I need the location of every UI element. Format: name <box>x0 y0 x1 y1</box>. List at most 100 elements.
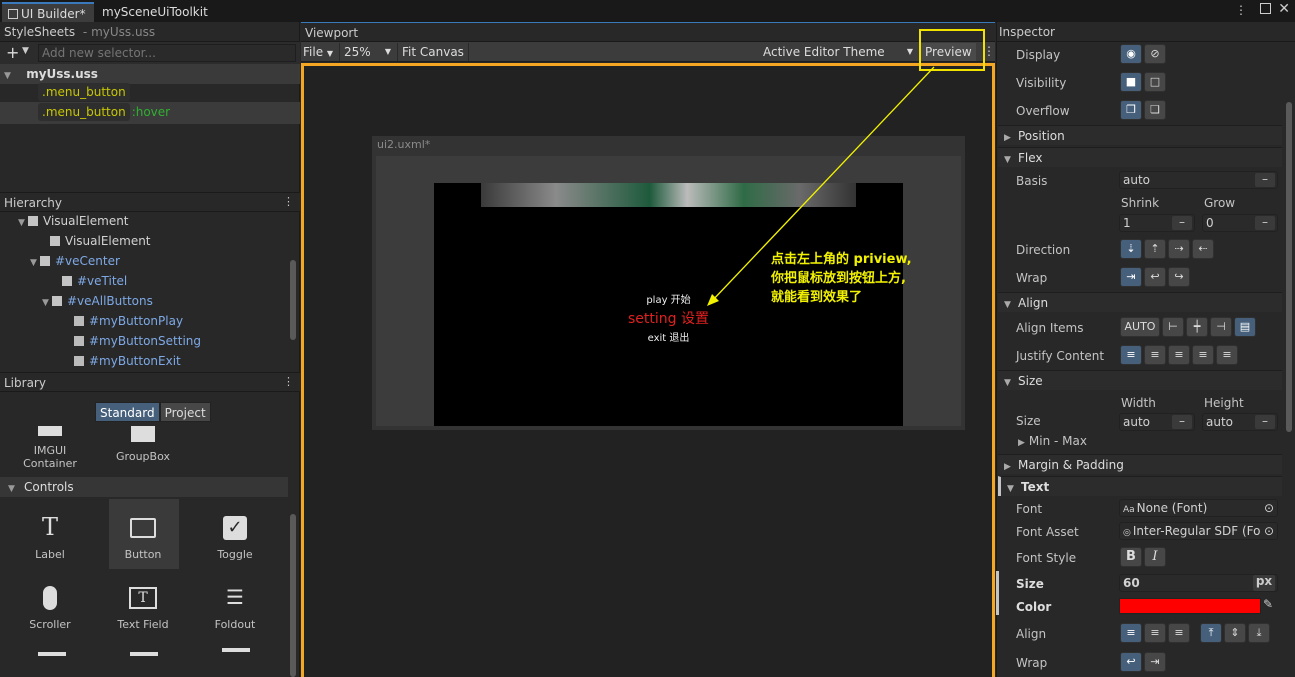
visibility-label: Visibility <box>1016 76 1067 90</box>
justify-around-icon[interactable]: ≡ <box>1216 345 1238 365</box>
overflow-hidden-icon[interactable]: ❏ <box>1144 100 1166 120</box>
close-icon[interactable]: ✕ <box>1278 1 1290 17</box>
align-auto-button[interactable]: AUTO <box>1120 317 1160 337</box>
shrink-field[interactable]: 1– <box>1119 214 1195 232</box>
font-asset-field[interactable]: ◎ Inter-Regular SDF (Fo ⊙ <box>1119 522 1278 540</box>
height-field[interactable]: auto – <box>1202 413 1278 431</box>
row-reverse-icon[interactable]: ⇠ <box>1192 239 1214 259</box>
tab-project[interactable]: Project <box>159 402 211 422</box>
minmax-slider-icon[interactable] <box>222 648 250 652</box>
library-menu-icon[interactable]: ⋮ <box>283 375 294 389</box>
wrap-reverse-icon[interactable]: ↪ <box>1168 267 1190 287</box>
size-label: Size <box>1016 414 1041 428</box>
tab-standard[interactable]: Standard <box>95 402 160 422</box>
nowrap-icon[interactable]: ⇥ <box>1120 267 1142 287</box>
size-section[interactable]: ▼ Size <box>998 370 1282 390</box>
library-item-scroller[interactable]: Scroller <box>15 580 85 631</box>
library-item-groupbox[interactable]: GroupBox <box>108 426 178 463</box>
overflow-visible-icon[interactable]: ❐ <box>1120 100 1142 120</box>
hierarchy-item[interactable]: #myButtonExit <box>74 351 181 369</box>
italic-icon[interactable]: I <box>1144 547 1166 567</box>
align-stretch-icon[interactable]: ▤ <box>1234 317 1256 337</box>
color-swatch[interactable] <box>1119 598 1261 614</box>
width-field[interactable]: auto – <box>1119 413 1195 431</box>
chevron-down-icon[interactable]: ▼ <box>22 46 29 56</box>
eye-slash-icon[interactable]: ⊘ <box>1144 44 1166 64</box>
object-picker-icon[interactable]: ⊙ <box>1263 523 1274 539</box>
stylesheet-item[interactable]: ▼ myUss.uss <box>0 64 300 84</box>
row-icon[interactable]: ⇢ <box>1168 239 1190 259</box>
object-picker-icon[interactable]: ⊙ <box>1264 500 1274 516</box>
add-selector-input[interactable] <box>38 44 296 62</box>
hierarchy-item[interactable]: ▼ #veAllButtons <box>42 291 153 311</box>
justify-center-icon[interactable]: ≡ <box>1144 345 1166 365</box>
library-item-foldout[interactable]: ☰ Foldout <box>200 580 270 631</box>
font-style-buttons: BI <box>1120 547 1166 567</box>
selector-menu-button[interactable]: .menu_button <box>38 83 130 101</box>
hierarchy-item[interactable]: #myButtonPlay <box>74 311 183 331</box>
eyedropper-icon[interactable]: ✎ <box>1263 597 1273 611</box>
slider-int-icon[interactable] <box>130 652 158 656</box>
hierarchy-item[interactable]: #myButtonSetting <box>74 331 201 351</box>
hierarchy-item[interactable]: #veTitel <box>62 271 127 291</box>
selector-menu-button-hover[interactable]: .menu_button:hover <box>38 103 170 121</box>
font-field[interactable]: Aa None (Font) ⊙ <box>1119 499 1278 517</box>
align-right-icon[interactable]: ≡ <box>1168 623 1190 643</box>
wrap-text-icon[interactable]: ↩ <box>1120 652 1142 672</box>
text-section[interactable]: ▼ Text <box>998 476 1282 496</box>
annotation-arrow <box>707 66 935 306</box>
align-center-text-icon[interactable]: ≡ <box>1144 623 1166 643</box>
align-section[interactable]: ▼ Align <box>998 292 1282 312</box>
basis-field[interactable]: auto – <box>1119 171 1278 189</box>
text-size-field[interactable]: 60 px <box>1119 574 1278 592</box>
inspector-scrollbar[interactable] <box>1284 102 1294 457</box>
library-item-toggle[interactable]: ✓ Toggle <box>200 510 270 561</box>
hierarchy-item[interactable]: ▼ VisualElement <box>18 214 129 231</box>
library-item-button[interactable]: Button <box>108 510 178 561</box>
grow-field[interactable]: 0– <box>1202 214 1278 232</box>
wrap-icon[interactable]: ↩ <box>1144 267 1166 287</box>
tab-scene-toolkit[interactable]: mySceneUiToolkit <box>96 2 214 22</box>
tab-ui-builder[interactable]: UI Builder* <box>2 2 94 22</box>
library-item-textfield[interactable]: T Text Field <box>108 580 178 631</box>
align-center-icon[interactable]: ┿ <box>1186 317 1208 337</box>
align-bottom-icon[interactable]: ⤓ <box>1248 623 1270 643</box>
slider-icon[interactable] <box>38 652 66 656</box>
flex-section[interactable]: ▼ Flex <box>998 147 1282 167</box>
hierarchy-item[interactable]: VisualElement <box>50 231 151 251</box>
library-item-imgui[interactable]: IMGUI Container <box>15 426 85 470</box>
hierarchy-tree: ▼ VisualElement VisualElement ▼ #veCenter … <box>0 214 288 369</box>
margin-padding-section[interactable]: ▶ Margin & Padding <box>998 454 1282 474</box>
hierarchy-item[interactable]: ▼ #veCenter <box>30 251 120 271</box>
text-wrap-label: Wrap <box>1016 656 1048 670</box>
visible-icon[interactable]: ■ <box>1120 72 1142 92</box>
align-middle-icon[interactable]: ⇕ <box>1224 623 1246 643</box>
window-menu-icon[interactable]: ⋮ <box>1235 3 1247 17</box>
justify-between-icon[interactable]: ≡ <box>1192 345 1214 365</box>
library-scrollbar[interactable] <box>288 434 298 677</box>
hidden-icon[interactable]: □ <box>1144 72 1166 92</box>
maximize-icon[interactable] <box>1260 3 1271 14</box>
align-top-icon[interactable]: ⤒ <box>1200 623 1222 643</box>
align-left-icon[interactable]: ≡ <box>1120 623 1142 643</box>
hierarchy-scrollbar[interactable] <box>288 218 298 368</box>
justify-end-icon[interactable]: ≡ <box>1168 345 1190 365</box>
min-max-foldout[interactable]: ▶ Min - Max <box>1018 431 1087 451</box>
column-icon[interactable]: ⇣ <box>1120 239 1142 259</box>
align-end-icon[interactable]: ⊣ <box>1210 317 1232 337</box>
eye-icon[interactable]: ◉ <box>1120 44 1142 64</box>
controls-section[interactable]: ▼ Controls <box>0 477 288 497</box>
unit-select[interactable]: px <box>1253 575 1275 591</box>
bold-icon[interactable]: B <box>1120 547 1142 567</box>
add-icon[interactable]: + <box>6 43 19 62</box>
stylesheets-header: StyleSheets - myUss.uss <box>0 22 299 42</box>
column-reverse-icon[interactable]: ⇡ <box>1144 239 1166 259</box>
library-item-label[interactable]: T Label <box>15 510 85 561</box>
justify-start-icon[interactable]: ≡ <box>1120 345 1142 365</box>
collapsed-arrow-icon: ▶ <box>1004 462 1011 472</box>
nowrap-text-icon[interactable]: ⇥ <box>1144 652 1166 672</box>
hierarchy-menu-icon[interactable]: ⋮ <box>283 195 294 209</box>
position-section[interactable]: ▶ Position <box>998 125 1282 145</box>
groupbox-icon <box>131 426 155 442</box>
align-start-icon[interactable]: ⊢ <box>1162 317 1184 337</box>
